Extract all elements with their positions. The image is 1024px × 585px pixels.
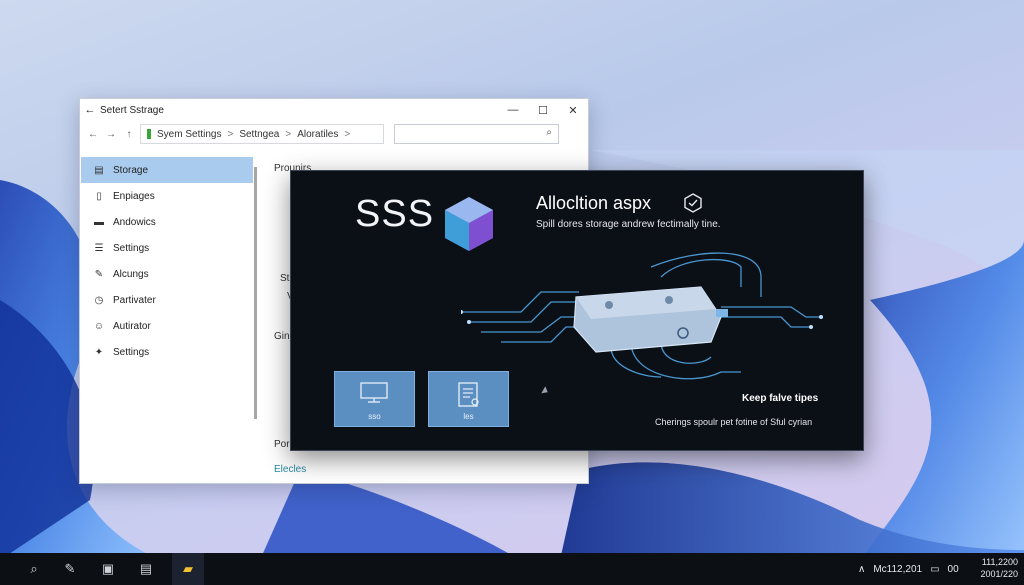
breadcrumb[interactable]: Syem Settings > Settngea > Aloratiles > — [140, 124, 384, 144]
files-tile[interactable]: les — [428, 371, 509, 427]
sidebar-item-label: Autirator — [113, 320, 151, 332]
breadcrumb-item[interactable]: Settngea — [239, 129, 279, 140]
overlay-subtitle: Spill dores storage andrew fectimally ti… — [536, 219, 721, 230]
tray-text[interactable]: Mc112,201 — [873, 564, 922, 575]
storage-icon: ▤ — [94, 164, 104, 176]
chevron-up-icon[interactable]: ∧ — [858, 564, 865, 575]
tile-label: sso — [368, 412, 381, 421]
file-explorer-icon[interactable]: ▰ — [180, 561, 196, 577]
allocation-overlay-panel: SSS Allocltion aspx Spill dores storage … — [290, 170, 864, 451]
breadcrumb-separator: > — [285, 128, 292, 140]
storage-device-illustration — [461, 252, 823, 380]
document-icon: ▯ — [96, 190, 102, 202]
clock[interactable]: 111,2200 2001/220 — [980, 556, 1018, 580]
breadcrumb-separator: > — [227, 128, 234, 140]
sidebar-item-storage[interactable]: ▤ Storage — [81, 157, 253, 183]
tray-language[interactable]: 00 — [948, 564, 959, 575]
task-view-icon[interactable]: ▣ — [100, 561, 116, 577]
search-input[interactable]: ⌕ — [394, 124, 559, 144]
drive-icon: ▬ — [94, 216, 104, 228]
breadcrumb-separator: > — [344, 128, 351, 140]
breadcrumb-item[interactable]: Syem Settings — [157, 129, 221, 140]
list-icon: ☰ — [94, 242, 104, 254]
pen-icon[interactable]: ✎ — [62, 561, 78, 577]
caption-text: Cherings spoulr pet fotine of Sful cyria… — [655, 417, 813, 427]
tile-label: les — [463, 412, 474, 421]
nav-forward-button[interactable]: → — [104, 129, 118, 140]
breadcrumb-item[interactable]: Aloratiles — [297, 129, 338, 140]
sidebar-item-label: Enpiages — [113, 190, 155, 202]
sidebar: ▤ Storage ▯ Enpiages ▬ Andowics ☰ Settin… — [81, 157, 253, 365]
sidebar-item-enpiages[interactable]: ▯ Enpiages — [81, 183, 253, 209]
maximize-button[interactable]: ☐ — [528, 104, 558, 117]
sidebar-item-settings[interactable]: ☰ Settings — [81, 235, 253, 261]
person-icon: ☺ — [93, 320, 105, 332]
sidebar-item-label: Alcungs — [113, 268, 149, 280]
setting-label: Gin — [274, 331, 290, 342]
monitor-icon — [360, 382, 388, 403]
sidebar-item-label: Andowics — [113, 216, 156, 228]
clock-icon: ◷ — [94, 294, 104, 306]
system-tray: ∧ Mc112,201 ▭ 00 — [858, 553, 959, 585]
sidebar-item-alcungs[interactable]: ✎ Alcungs — [81, 261, 253, 287]
sidebar-item-label: Settings — [113, 346, 150, 358]
sidebar-item-settings-2[interactable]: ✦ Settings — [81, 339, 253, 365]
folder-icon — [147, 129, 151, 139]
back-arrow-icon[interactable]: ← — [80, 104, 100, 116]
search-icon[interactable]: ⌕ — [26, 561, 42, 577]
setting-label: Por — [274, 439, 290, 450]
close-button[interactable]: ✕ — [558, 104, 588, 117]
clock-date: 2001/220 — [980, 569, 1018, 579]
sidebar-item-label: Storage — [113, 164, 149, 176]
title-bar: ← Setert Sstrage — ☐ ✕ — [80, 99, 588, 121]
hexagon-check-icon — [684, 193, 702, 213]
cube-logo-icon — [445, 197, 493, 251]
overlay-title: Allocltion aspx — [536, 193, 652, 213]
address-bar: ← → ↑ Syem Settings > Settngea > Alorati… — [80, 121, 588, 147]
file-icon — [458, 382, 479, 407]
callout-text: Keep falve tipes — [742, 393, 819, 404]
sidebar-scrollbar[interactable] — [254, 167, 257, 419]
search-icon[interactable]: ⌕ — [546, 127, 552, 138]
store-icon[interactable]: ▤ — [138, 561, 154, 577]
product-logo-text: SSS — [355, 193, 435, 235]
taskbar: ⌕ ✎ ▣ ▤ ▰ ∧ Mc112,201 ▭ 00 111,2200 2001… — [0, 553, 1024, 585]
network-icon[interactable]: ▭ — [930, 564, 939, 575]
edit-icon: ✎ — [94, 268, 104, 280]
sidebar-item-partivater[interactable]: ◷ Partivater — [81, 287, 253, 313]
sidebar-item-andowics[interactable]: ▬ Andowics — [81, 209, 253, 235]
sidebar-item-autirator[interactable]: ☺ Autirator — [81, 313, 253, 339]
nav-up-button[interactable]: ↑ — [122, 129, 136, 140]
sidebar-item-label: Partivater — [113, 294, 156, 306]
link-text[interactable]: Elecles — [274, 464, 306, 475]
ssd-tile[interactable]: sso — [334, 371, 415, 427]
wrench-icon: ✦ — [94, 346, 104, 358]
window-title: Setert Sstrage — [100, 104, 164, 116]
sidebar-item-label: Settings — [113, 242, 150, 254]
nav-back-button[interactable]: ← — [86, 129, 100, 140]
minimize-button[interactable]: — — [498, 104, 528, 117]
clock-time: 111,2200 — [981, 557, 1018, 567]
setting-label: St — [280, 273, 290, 284]
